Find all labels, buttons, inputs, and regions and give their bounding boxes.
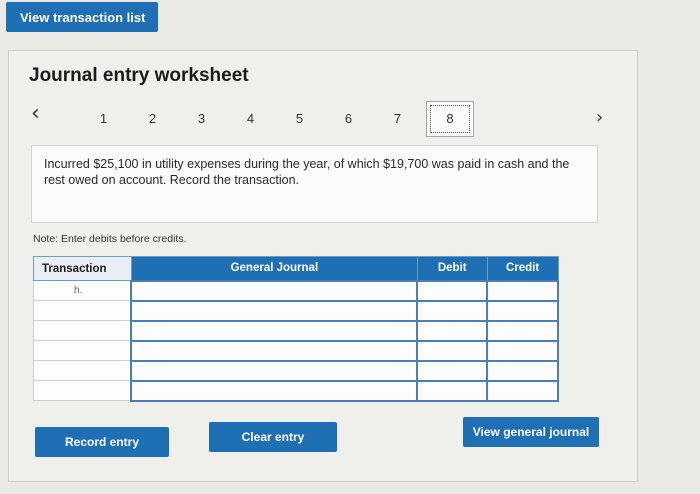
- credit-input[interactable]: [486, 339, 559, 362]
- clear-entry-button[interactable]: Clear entry: [209, 422, 337, 452]
- transaction-cell: [33, 300, 132, 321]
- credit-input[interactable]: [486, 279, 559, 302]
- account-input[interactable]: [130, 359, 419, 382]
- credit-input[interactable]: [486, 299, 559, 322]
- table-row: [33, 379, 559, 402]
- step-6[interactable]: 6: [324, 102, 373, 136]
- chevron-right-icon[interactable]: ›: [596, 107, 603, 128]
- problem-statement: Incurred $25,100 in utility expenses dur…: [31, 145, 598, 223]
- credit-input[interactable]: [486, 319, 559, 342]
- table-row: [33, 339, 559, 362]
- account-input[interactable]: [130, 339, 419, 362]
- transaction-cell: [33, 360, 132, 381]
- debits-note: Note: Enter debits before credits.: [33, 233, 187, 245]
- debit-input[interactable]: [416, 319, 489, 342]
- debit-input[interactable]: [416, 279, 489, 302]
- view-general-journal-button[interactable]: View general journal: [463, 417, 599, 447]
- table-row: [33, 319, 559, 342]
- account-input[interactable]: [130, 319, 419, 342]
- header-credit: Credit: [486, 256, 559, 281]
- step-3[interactable]: 3: [177, 102, 226, 136]
- transaction-cell: [33, 340, 132, 361]
- step-navigation: 1 2 3 4 5 6 7 8: [79, 101, 474, 137]
- view-transaction-list-button[interactable]: View transaction list: [6, 2, 158, 32]
- step-4[interactable]: 4: [226, 102, 275, 136]
- worksheet-title: Journal entry worksheet: [29, 65, 249, 86]
- transaction-cell: h.: [33, 280, 132, 301]
- table-row: [33, 299, 559, 322]
- header-general-journal: General Journal: [130, 256, 418, 281]
- transaction-cell: [33, 380, 132, 401]
- journal-entry-panel: Journal entry worksheet ‹ 1 2 3 4 5 6 7 …: [8, 50, 638, 482]
- step-5[interactable]: 5: [275, 102, 324, 136]
- step-8-active[interactable]: 8: [426, 101, 474, 137]
- debit-input[interactable]: [416, 359, 489, 382]
- transaction-cell: [33, 320, 132, 341]
- account-input[interactable]: [130, 279, 419, 302]
- step-7[interactable]: 7: [373, 102, 422, 136]
- step-1[interactable]: 1: [79, 102, 128, 136]
- account-input[interactable]: [130, 299, 419, 322]
- credit-input[interactable]: [486, 379, 559, 402]
- journal-entry-table: Transaction General Journal Debit Credit…: [33, 256, 559, 402]
- record-entry-button[interactable]: Record entry: [35, 427, 169, 457]
- header-debit: Debit: [416, 256, 488, 281]
- chevron-left-icon[interactable]: ‹: [31, 101, 40, 126]
- debit-input[interactable]: [416, 299, 489, 322]
- account-input[interactable]: [130, 379, 419, 402]
- debit-input[interactable]: [416, 339, 489, 362]
- debit-input[interactable]: [416, 379, 489, 402]
- table-row: [33, 359, 559, 382]
- credit-input[interactable]: [486, 359, 559, 382]
- header-transaction: Transaction: [33, 256, 132, 281]
- table-row: h.: [33, 279, 559, 302]
- step-2[interactable]: 2: [128, 102, 177, 136]
